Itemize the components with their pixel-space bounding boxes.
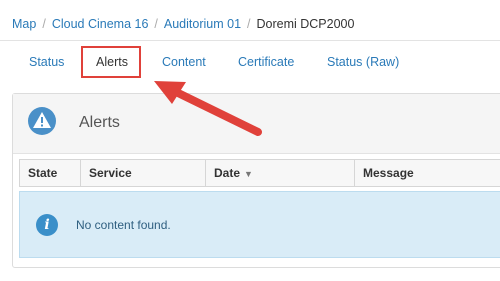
annotation-highlight-box xyxy=(81,46,141,78)
annotation-arrow-icon xyxy=(154,81,262,136)
breadcrumb-link-cinema[interactable]: Cloud Cinema 16 xyxy=(52,17,149,31)
tab-status-raw[interactable]: Status (Raw) xyxy=(327,55,399,69)
warning-triangle-icon xyxy=(28,107,56,135)
tab-content[interactable]: Content xyxy=(162,55,206,69)
table-header: State Service Date ▼ Message xyxy=(19,159,500,187)
column-header-state[interactable]: State xyxy=(20,160,81,186)
breadcrumb-link-auditorium[interactable]: Auditorium 01 xyxy=(164,17,241,31)
info-icon: i xyxy=(36,214,58,236)
breadcrumb-separator: / xyxy=(42,17,46,31)
breadcrumb-separator: / xyxy=(154,17,158,31)
breadcrumb-current: Doremi DCP2000 xyxy=(256,17,355,31)
breadcrumb-separator: / xyxy=(247,17,251,31)
column-header-message[interactable]: Message xyxy=(355,160,500,186)
breadcrumb: Map / Cloud Cinema 16 / Auditorium 01 / Doremi… xyxy=(12,17,354,31)
breadcrumb-link-map[interactable]: Map xyxy=(12,17,36,31)
column-header-date[interactable]: Date ▼ xyxy=(206,160,355,186)
column-header-service[interactable]: Service xyxy=(81,160,206,186)
tab-certificate[interactable]: Certificate xyxy=(238,55,294,69)
panel-title: Alerts xyxy=(79,114,120,131)
sort-down-icon: ▼ xyxy=(244,169,253,179)
empty-state-message: No content found. xyxy=(76,218,171,232)
empty-state-row: i No content found. xyxy=(19,191,500,258)
tab-status[interactable]: Status xyxy=(29,55,64,69)
divider xyxy=(0,40,500,41)
